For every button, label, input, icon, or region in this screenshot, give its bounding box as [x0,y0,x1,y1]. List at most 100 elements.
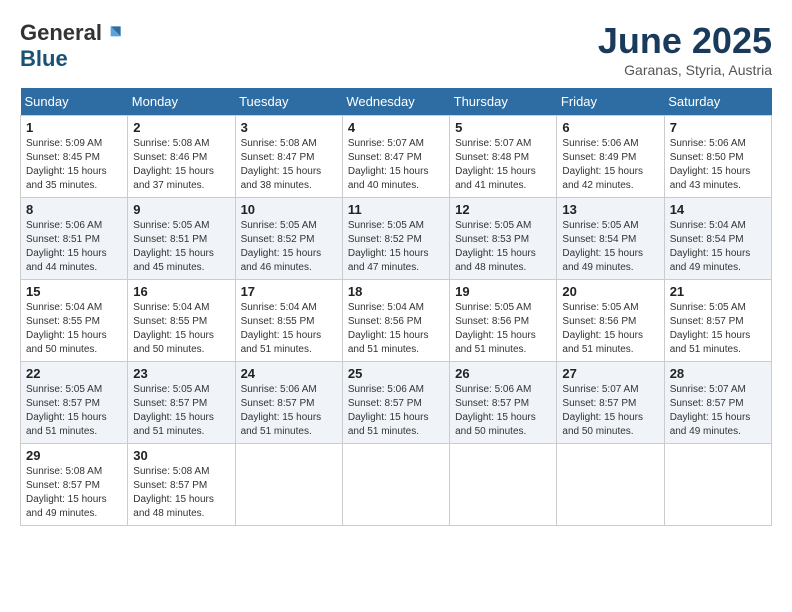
day-info: Sunrise: 5:07 AM Sunset: 8:48 PM Dayligh… [455,137,551,193]
daylight-minutes: and 51 minutes. [241,426,312,437]
calendar-week-row: 29 Sunrise: 5:08 AM Sunset: 8:57 PM Dayl… [21,444,772,526]
sunrise: Sunrise: 5:08 AM [133,466,209,477]
day-info: Sunrise: 5:07 AM Sunset: 8:57 PM Dayligh… [562,383,658,439]
logo-icon [104,23,124,43]
sunrise: Sunrise: 5:04 AM [133,302,209,313]
day-info: Sunrise: 5:06 AM Sunset: 8:57 PM Dayligh… [455,383,551,439]
sunset: Sunset: 8:56 PM [562,316,636,327]
sunrise: Sunrise: 5:04 AM [26,302,102,313]
daylight-minutes: and 50 minutes. [26,344,97,355]
calendar-cell: 30 Sunrise: 5:08 AM Sunset: 8:57 PM Dayl… [128,444,235,526]
sunrise: Sunrise: 5:06 AM [26,220,102,231]
daylight-minutes: and 48 minutes. [455,262,526,273]
day-info: Sunrise: 5:04 AM Sunset: 8:56 PM Dayligh… [348,301,444,357]
day-info: Sunrise: 5:05 AM Sunset: 8:57 PM Dayligh… [670,301,766,357]
sunrise: Sunrise: 5:09 AM [26,138,102,149]
calendar-week-row: 15 Sunrise: 5:04 AM Sunset: 8:55 PM Dayl… [21,280,772,362]
sunset: Sunset: 8:54 PM [670,234,744,245]
sunrise: Sunrise: 5:05 AM [670,302,746,313]
sunset: Sunset: 8:57 PM [455,398,529,409]
sunset: Sunset: 8:56 PM [455,316,529,327]
day-number: 19 [455,284,551,299]
daylight: Daylight: 15 hours [670,412,751,423]
daylight-minutes: and 50 minutes. [562,426,633,437]
day-number: 12 [455,202,551,217]
calendar-week-row: 8 Sunrise: 5:06 AM Sunset: 8:51 PM Dayli… [21,198,772,280]
sunset: Sunset: 8:51 PM [133,234,207,245]
calendar-cell: 7 Sunrise: 5:06 AM Sunset: 8:50 PM Dayli… [664,116,771,198]
day-info: Sunrise: 5:07 AM Sunset: 8:47 PM Dayligh… [348,137,444,193]
calendar-cell [235,444,342,526]
daylight-minutes: and 47 minutes. [348,262,419,273]
sunrise: Sunrise: 5:08 AM [26,466,102,477]
calendar-cell: 5 Sunrise: 5:07 AM Sunset: 8:48 PM Dayli… [450,116,557,198]
sunrise: Sunrise: 5:07 AM [670,384,746,395]
calendar-cell: 18 Sunrise: 5:04 AM Sunset: 8:56 PM Dayl… [342,280,449,362]
calendar-week-row: 1 Sunrise: 5:09 AM Sunset: 8:45 PM Dayli… [21,116,772,198]
day-info: Sunrise: 5:09 AM Sunset: 8:45 PM Dayligh… [26,137,122,193]
daylight: Daylight: 15 hours [455,330,536,341]
calendar-cell: 16 Sunrise: 5:04 AM Sunset: 8:55 PM Dayl… [128,280,235,362]
header-friday: Friday [557,88,664,116]
calendar-cell: 24 Sunrise: 5:06 AM Sunset: 8:57 PM Dayl… [235,362,342,444]
daylight: Daylight: 15 hours [26,412,107,423]
day-info: Sunrise: 5:05 AM Sunset: 8:51 PM Dayligh… [133,219,229,275]
sunrise: Sunrise: 5:05 AM [562,302,638,313]
day-info: Sunrise: 5:05 AM Sunset: 8:57 PM Dayligh… [26,383,122,439]
day-number: 14 [670,202,766,217]
calendar-cell: 17 Sunrise: 5:04 AM Sunset: 8:55 PM Dayl… [235,280,342,362]
daylight-minutes: and 51 minutes. [562,344,633,355]
day-info: Sunrise: 5:06 AM Sunset: 8:57 PM Dayligh… [348,383,444,439]
daylight: Daylight: 15 hours [562,330,643,341]
daylight: Daylight: 15 hours [348,166,429,177]
daylight: Daylight: 15 hours [26,330,107,341]
daylight: Daylight: 15 hours [670,166,751,177]
page-header: General Blue June 2025 Garanas, Styria, … [20,20,772,78]
calendar-cell: 19 Sunrise: 5:05 AM Sunset: 8:56 PM Dayl… [450,280,557,362]
daylight-minutes: and 41 minutes. [455,180,526,191]
sunrise: Sunrise: 5:06 AM [562,138,638,149]
day-number: 8 [26,202,122,217]
daylight-minutes: and 35 minutes. [26,180,97,191]
daylight-minutes: and 38 minutes. [241,180,312,191]
sunset: Sunset: 8:48 PM [455,152,529,163]
day-info: Sunrise: 5:08 AM Sunset: 8:57 PM Dayligh… [26,465,122,521]
month-title: June 2025 [598,20,772,62]
day-info: Sunrise: 5:08 AM Sunset: 8:46 PM Dayligh… [133,137,229,193]
day-number: 23 [133,366,229,381]
daylight: Daylight: 15 hours [133,248,214,259]
daylight-minutes: and 43 minutes. [670,180,741,191]
day-info: Sunrise: 5:05 AM Sunset: 8:57 PM Dayligh… [133,383,229,439]
sunrise: Sunrise: 5:08 AM [133,138,209,149]
calendar-cell: 11 Sunrise: 5:05 AM Sunset: 8:52 PM Dayl… [342,198,449,280]
day-number: 17 [241,284,337,299]
day-info: Sunrise: 5:06 AM Sunset: 8:57 PM Dayligh… [241,383,337,439]
daylight: Daylight: 15 hours [562,166,643,177]
sunset: Sunset: 8:57 PM [26,398,100,409]
day-number: 30 [133,448,229,463]
daylight-minutes: and 51 minutes. [455,344,526,355]
logo-blue-text: Blue [20,46,68,72]
daylight: Daylight: 15 hours [348,248,429,259]
day-info: Sunrise: 5:04 AM Sunset: 8:55 PM Dayligh… [241,301,337,357]
day-info: Sunrise: 5:05 AM Sunset: 8:52 PM Dayligh… [241,219,337,275]
daylight: Daylight: 15 hours [670,248,751,259]
daylight-minutes: and 40 minutes. [348,180,419,191]
sunrise: Sunrise: 5:07 AM [348,138,424,149]
day-info: Sunrise: 5:06 AM Sunset: 8:49 PM Dayligh… [562,137,658,193]
sunset: Sunset: 8:50 PM [670,152,744,163]
day-number: 6 [562,120,658,135]
daylight: Daylight: 15 hours [241,166,322,177]
daylight-minutes: and 46 minutes. [241,262,312,273]
daylight-minutes: and 42 minutes. [562,180,633,191]
calendar-cell: 21 Sunrise: 5:05 AM Sunset: 8:57 PM Dayl… [664,280,771,362]
daylight-minutes: and 51 minutes. [241,344,312,355]
sunrise: Sunrise: 5:05 AM [26,384,102,395]
day-number: 28 [670,366,766,381]
day-info: Sunrise: 5:05 AM Sunset: 8:54 PM Dayligh… [562,219,658,275]
daylight-minutes: and 51 minutes. [348,344,419,355]
daylight: Daylight: 15 hours [26,248,107,259]
day-number: 21 [670,284,766,299]
calendar-cell: 22 Sunrise: 5:05 AM Sunset: 8:57 PM Dayl… [21,362,128,444]
calendar-week-row: 22 Sunrise: 5:05 AM Sunset: 8:57 PM Dayl… [21,362,772,444]
